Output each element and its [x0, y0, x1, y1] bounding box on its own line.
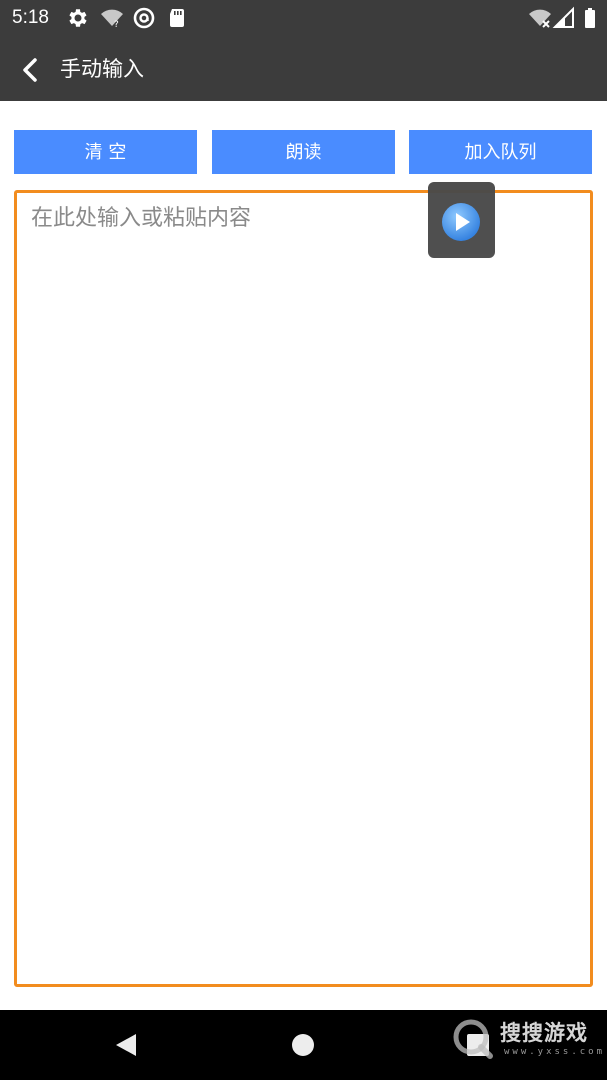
status-bar: 5:18 ? — [0, 0, 607, 36]
text-editor-frame — [14, 190, 593, 987]
nav-home-icon[interactable] — [292, 1034, 314, 1056]
clear-button[interactable]: 清 空 — [14, 130, 197, 174]
watermark: 搜搜游戏 www.yxss.com — [452, 1016, 602, 1066]
battery-icon — [585, 8, 595, 28]
at-sign-icon — [133, 7, 155, 29]
play-circle-icon — [442, 203, 480, 241]
status-time: 5:18 — [12, 7, 49, 28]
app-bar: 手动输入 — [0, 36, 607, 101]
read-aloud-button[interactable]: 朗读 — [212, 130, 395, 174]
watermark-url: www.yxss.com — [504, 1047, 606, 1057]
wifi-question-icon: ? — [101, 9, 123, 30]
back-chevron-icon[interactable] — [12, 52, 48, 88]
svg-text:?: ? — [114, 20, 119, 30]
page-title: 手动输入 — [60, 57, 144, 81]
settings-icon — [69, 9, 87, 27]
watermark-logo-icon — [453, 1019, 493, 1059]
floating-player-button[interactable] — [428, 182, 495, 258]
nav-back-icon[interactable] — [114, 1032, 140, 1058]
cellular-signal-icon — [552, 6, 574, 28]
watermark-text: 搜搜游戏 — [500, 1021, 588, 1045]
wifi-off-icon — [529, 9, 551, 28]
text-input[interactable] — [17, 193, 590, 984]
sd-card-icon — [170, 9, 184, 27]
add-to-queue-button[interactable]: 加入队列 — [409, 130, 592, 174]
